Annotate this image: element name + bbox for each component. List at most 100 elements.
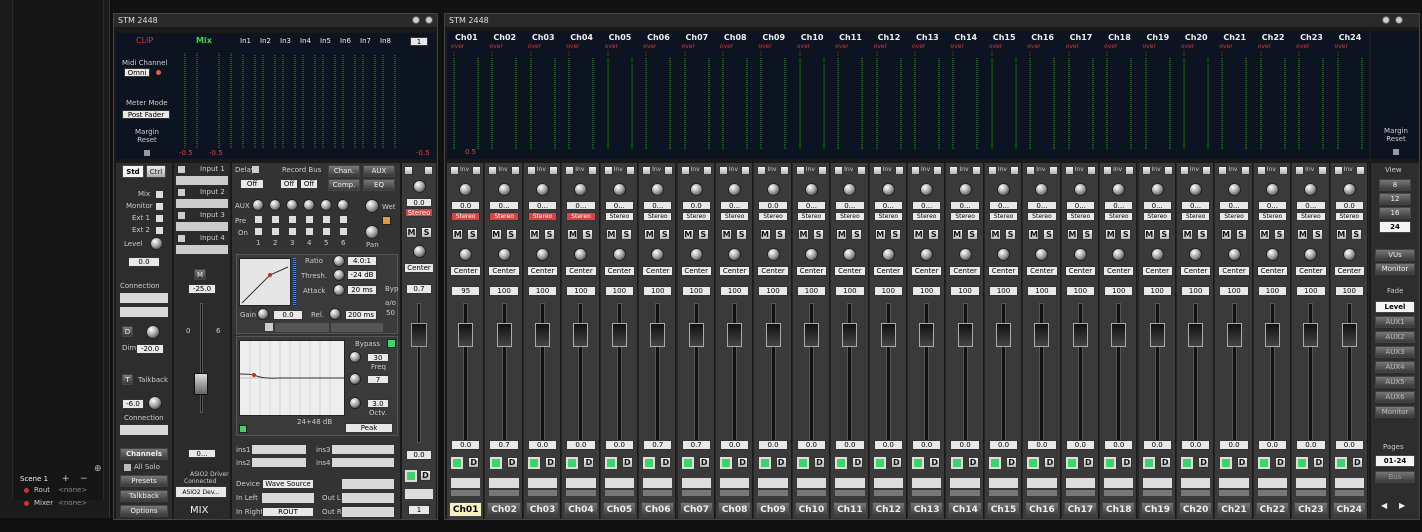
selected-solo-button[interactable]: S: [421, 227, 432, 238]
gain-knob[interactable]: [257, 308, 269, 320]
aux-on-toggle-3[interactable]: [289, 228, 296, 235]
routing-field-b-11[interactable]: [835, 490, 865, 496]
level-value-2[interactable]: 0...: [489, 201, 519, 210]
routing-field-6[interactable]: [643, 478, 673, 488]
view-option-24[interactable]: 24: [1379, 221, 1411, 233]
attack-knob[interactable]: [333, 284, 345, 296]
stereo-button-4[interactable]: Stereo: [566, 212, 596, 221]
record-button-16[interactable]: [1027, 457, 1040, 469]
insert-3-slot[interactable]: [332, 445, 394, 454]
selected-stereo-button[interactable]: Stereo: [405, 208, 433, 217]
routing-field-14[interactable]: [950, 478, 980, 488]
selected-insert-toggle[interactable]: [424, 166, 433, 175]
pan-value-23[interactable]: 100: [1296, 286, 1326, 296]
level-value-20[interactable]: 0...: [1180, 201, 1211, 210]
aux-on-toggle-4[interactable]: [306, 228, 313, 235]
level-value-17[interactable]: 0...: [1065, 201, 1096, 210]
mute-button-12[interactable]: M: [874, 229, 886, 240]
mute-button-15[interactable]: M: [990, 229, 1002, 240]
selected-direct-button[interactable]: D: [420, 470, 431, 481]
routing-field-b-1[interactable]: [451, 490, 481, 496]
pan-knob-14[interactable]: [958, 248, 972, 261]
pan-center-3[interactable]: Center: [526, 266, 559, 276]
gain-knob-7[interactable]: [689, 183, 703, 196]
solo-button-14[interactable]: S: [966, 229, 978, 240]
scene-expand-icon[interactable]: ⊕: [94, 464, 102, 474]
direct-button-4[interactable]: D: [583, 457, 595, 468]
stereo-button-3[interactable]: Stereo: [527, 212, 558, 221]
mute-button-8[interactable]: M: [721, 229, 733, 240]
eq-gain-knob[interactable]: [349, 373, 361, 385]
fader-value-22[interactable]: 0.0: [1257, 440, 1288, 450]
record-button-22[interactable]: [1257, 457, 1270, 469]
gain-knob-1[interactable]: [459, 183, 473, 196]
pan-value-17[interactable]: 100: [1065, 286, 1096, 296]
record-button-2[interactable]: [489, 457, 502, 469]
pan-value-7[interactable]: 100: [681, 286, 711, 296]
input-routing-3[interactable]: [176, 222, 228, 231]
gain-knob-10[interactable]: [804, 183, 818, 196]
fade-option-3[interactable]: AUX2: [1375, 331, 1415, 343]
view-option-12[interactable]: 12: [1379, 193, 1411, 205]
fade-option-8[interactable]: Monitor: [1375, 406, 1415, 418]
presets-button[interactable]: Presets: [120, 475, 168, 487]
gain-knob-3[interactable]: [536, 183, 550, 196]
routing-field-7[interactable]: [681, 478, 711, 488]
insert-toggle-15[interactable]: [1010, 166, 1020, 175]
pan-center-6[interactable]: Center: [642, 266, 674, 276]
phase-toggle-4[interactable]: [565, 166, 575, 175]
routing-field-b-4[interactable]: [566, 490, 596, 496]
phase-toggle-11[interactable]: [834, 166, 844, 175]
aux-pre-toggle-1[interactable]: [255, 216, 262, 223]
channel-name-13[interactable]: Ch13: [910, 502, 944, 517]
gain-knob-21[interactable]: [1227, 183, 1241, 196]
master-mute-button[interactable]: M: [194, 269, 206, 280]
routing-field-b-3[interactable]: [527, 490, 558, 496]
std-tab[interactable]: Std: [122, 165, 144, 178]
solo-button-5[interactable]: S: [620, 229, 632, 240]
pan-value-19[interactable]: 100: [1142, 286, 1172, 296]
channel-name-18[interactable]: Ch18: [1102, 502, 1136, 517]
pan-center-18[interactable]: Center: [1103, 266, 1135, 276]
gain-knob-17[interactable]: [1073, 183, 1087, 196]
pan-center-2[interactable]: Center: [488, 266, 520, 276]
bus-button[interactable]: Bus: [1375, 471, 1415, 483]
pan-center-7[interactable]: Center: [680, 266, 712, 276]
pan-knob-24[interactable]: [1342, 248, 1356, 261]
level-value-5[interactable]: 0...: [604, 201, 635, 210]
stereo-button-20[interactable]: Stereo: [1180, 212, 1211, 221]
level-value-3[interactable]: 0...: [527, 201, 558, 210]
compressor-field-1[interactable]: [275, 323, 329, 332]
direct-button-6[interactable]: D: [660, 457, 672, 468]
record-button-13[interactable]: [912, 457, 925, 469]
wet-knob[interactable]: [365, 199, 379, 213]
insert-toggle-17[interactable]: [1087, 166, 1097, 175]
aux-on-toggle-6[interactable]: [340, 228, 347, 235]
aux-send-knob-3[interactable]: [286, 199, 298, 211]
selected-pan-knob[interactable]: [413, 245, 426, 258]
solo-button-12[interactable]: S: [889, 229, 901, 240]
record-button-15[interactable]: [989, 457, 1002, 469]
direct-button-22[interactable]: D: [1274, 457, 1286, 468]
level-value[interactable]: 0.0: [128, 257, 160, 267]
record-button-9[interactable]: [758, 457, 771, 469]
mixer-minimize-icon[interactable]: [1382, 16, 1390, 24]
stereo-button-21[interactable]: Stereo: [1219, 212, 1249, 221]
channel-name-1[interactable]: Ch01: [449, 502, 483, 517]
mute-button-4[interactable]: M: [567, 229, 579, 240]
fader-handle-17[interactable]: [1072, 323, 1088, 347]
direct-button-7[interactable]: D: [698, 457, 710, 468]
master-fader-handle[interactable]: [194, 373, 208, 395]
delay-toggle[interactable]: [252, 166, 259, 173]
direct-button-24[interactable]: D: [1351, 457, 1363, 468]
routing-field-12[interactable]: [873, 478, 903, 488]
fader-handle-9[interactable]: [765, 323, 781, 347]
selected-fader-value[interactable]: 0.0: [406, 450, 432, 460]
routing-field-22[interactable]: [1257, 478, 1288, 488]
eq-band-indicator[interactable]: [239, 425, 247, 433]
talkback-knob[interactable]: [148, 396, 162, 410]
insert-toggle-9[interactable]: [779, 166, 789, 175]
solo-button-15[interactable]: S: [1005, 229, 1017, 240]
stereo-button-23[interactable]: Stereo: [1296, 212, 1326, 221]
record-button-10[interactable]: [796, 457, 809, 469]
